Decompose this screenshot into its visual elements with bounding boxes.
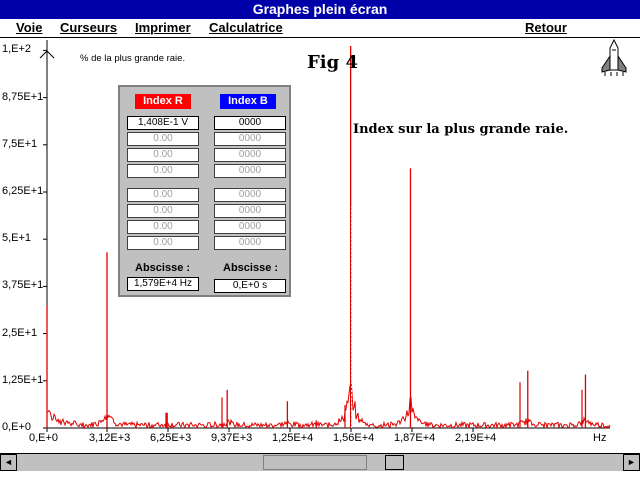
- index-r-value-8: 0.00: [127, 236, 199, 250]
- spectrum-baseline: [46, 381, 611, 430]
- index-r-value-2: 0.00: [127, 132, 199, 146]
- index-b-value-6: 0000: [214, 204, 286, 218]
- scroll-left-button[interactable]: ◄: [0, 454, 17, 471]
- scroll-thumb-secondary[interactable]: [385, 455, 404, 470]
- index-b-button[interactable]: Index B: [220, 94, 276, 109]
- index-r-value-7: 0.00: [127, 220, 199, 234]
- cursor-panel: Index R Index B 1,408E-1 V 0.00 0.00 0.00 0.…: [118, 85, 291, 297]
- index-r-value-5: 0.00: [127, 188, 199, 202]
- index-b-value-4: 0000: [214, 164, 286, 178]
- shuttle-icon[interactable]: [601, 38, 627, 76]
- abscisse-r-label: Abscisse :: [135, 262, 191, 274]
- x-tick-label: 6,25E+3: [150, 432, 192, 444]
- y-axis-caption: % de la plus grande raie.: [80, 53, 186, 64]
- index-b-value-7: 0000: [214, 220, 286, 234]
- x-tick-label: 1,25E+4: [272, 432, 314, 444]
- index-b-value-3: 0000: [214, 148, 286, 162]
- abscisse-b-label: Abscisse :: [223, 262, 279, 274]
- index-b-value-2: 0000: [214, 132, 286, 146]
- y-tick-label: 7,5E+1: [2, 137, 38, 150]
- x-tick-label: 0,E+0: [29, 432, 59, 444]
- scroll-thumb[interactable]: [263, 455, 367, 470]
- annotation: Index sur la plus grande raie.: [353, 122, 569, 137]
- x-tick-label: 1,87E+4: [394, 432, 436, 444]
- x-tick-label: 9,37E+3: [211, 432, 253, 444]
- scroll-right-button[interactable]: ►: [623, 454, 640, 471]
- abscisse-b-value: 0,E+0 s: [214, 279, 286, 293]
- x-tick-label: Hz: [593, 432, 607, 444]
- y-tick-label: 1,E+2: [2, 43, 32, 56]
- index-r-button[interactable]: Index R: [135, 94, 191, 109]
- y-tick-label: 8,75E+1: [2, 90, 44, 103]
- y-tick-label: 0,E+0: [2, 421, 32, 433]
- abscisse-r-value: 1,579E+4 Hz: [127, 277, 199, 291]
- index-b-value-5: 0000: [214, 188, 286, 202]
- index-b-value-1: 0000: [214, 116, 286, 130]
- x-tick-label: 3,12E+3: [89, 432, 131, 444]
- figure-title: Fig 4: [307, 52, 358, 73]
- index-r-value-4: 0.00: [127, 164, 199, 178]
- y-tick-label: 3,75E+1: [2, 279, 44, 292]
- horizontal-scrollbar[interactable]: ◄ ►: [0, 453, 640, 472]
- y-tick-label: 6,25E+1: [2, 185, 44, 197]
- index-b-value-8: 0000: [214, 236, 286, 250]
- index-r-value-3: 0.00: [127, 148, 199, 162]
- index-r-value-1: 1,408E-1 V: [127, 116, 199, 130]
- y-tick-label: 2,5E+1: [2, 326, 38, 339]
- y-tick-label: 5,E+1: [2, 232, 32, 245]
- x-tick-label: 2,19E+4: [455, 432, 497, 444]
- bottom-strip: [0, 471, 640, 480]
- index-r-value-6: 0.00: [127, 204, 199, 218]
- y-tick-label: 1,25E+1: [2, 373, 44, 386]
- x-tick-label: 1,56E+4: [333, 432, 375, 444]
